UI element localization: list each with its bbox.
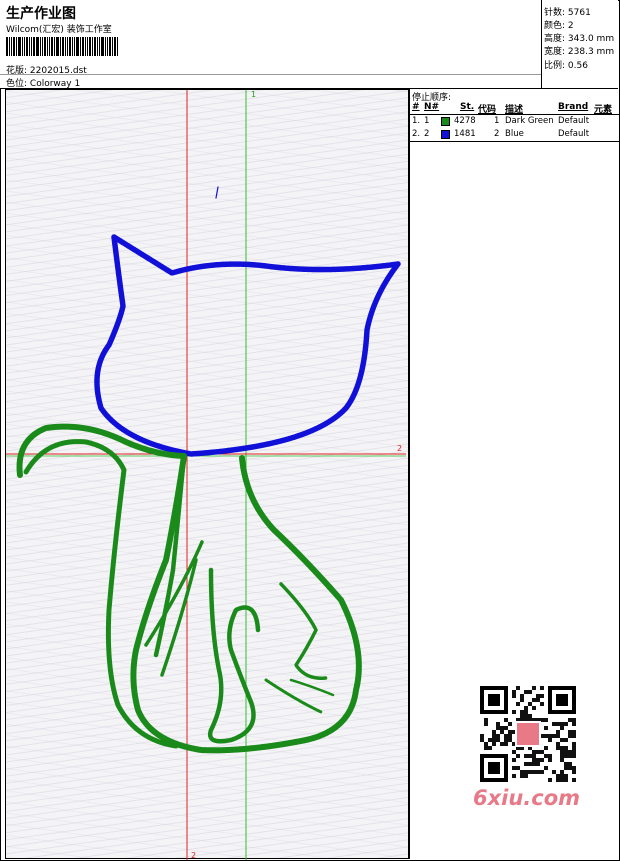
watermark: 6xiu.com	[470, 680, 585, 815]
barcode	[6, 37, 141, 56]
design-value: 2202015.dst	[29, 66, 87, 76]
table-header-rule	[410, 114, 619, 115]
color-swatch-blue	[441, 130, 450, 139]
colorway-label: 色位:	[6, 79, 28, 89]
worksheet-header: 生产作业图 Wilcom(汇宏) 装饰工作室 花版: 2202015.dst 色…	[0, 0, 618, 89]
colorway-value: Colorway 1	[29, 79, 81, 89]
stat-scale: 比例: 0.56	[544, 61, 588, 71]
color-swatch-green	[441, 117, 450, 126]
design-canvas[interactable]: 1 2 2	[5, 89, 409, 860]
design-label: 花版:	[6, 66, 28, 76]
design-stats: 针数: 5761 颜色: 2 高度: 343.0 mm 宽度: 238.3 mm…	[541, 0, 619, 88]
guide-label-green: 1	[251, 90, 256, 99]
blue-thread-head	[94, 186, 401, 457]
worksheet-title: 生产作业图	[6, 6, 76, 22]
column-header-brand: Brand	[558, 102, 589, 112]
stat-width: 宽度: 238.3 mm	[544, 47, 615, 57]
stat-height: 高度: 343.0 mm	[544, 34, 615, 44]
colorway: 色位: Colorway 1	[6, 76, 80, 89]
design-file: 花版: 2202015.dst	[6, 63, 87, 76]
company-name: Wilcom(汇宏) 装饰工作室	[6, 25, 112, 35]
stat-stitches: 针数: 5761	[544, 8, 591, 18]
stat-colors: 颜色: 2	[544, 21, 574, 31]
qr-code-icon	[480, 686, 576, 782]
guide-label-red-v: 2	[191, 851, 196, 860]
watermark-text: 6xiu.com	[473, 786, 581, 810]
column-header-stitches: St.	[460, 102, 475, 112]
column-header-index: #	[412, 102, 420, 112]
table-bottom-rule	[410, 141, 619, 142]
green-thread-body	[16, 423, 362, 754]
column-header-needle: N#	[424, 102, 440, 112]
guide-label-red-h: 2	[397, 444, 402, 453]
design-preview: 1 2 2	[6, 90, 406, 860]
